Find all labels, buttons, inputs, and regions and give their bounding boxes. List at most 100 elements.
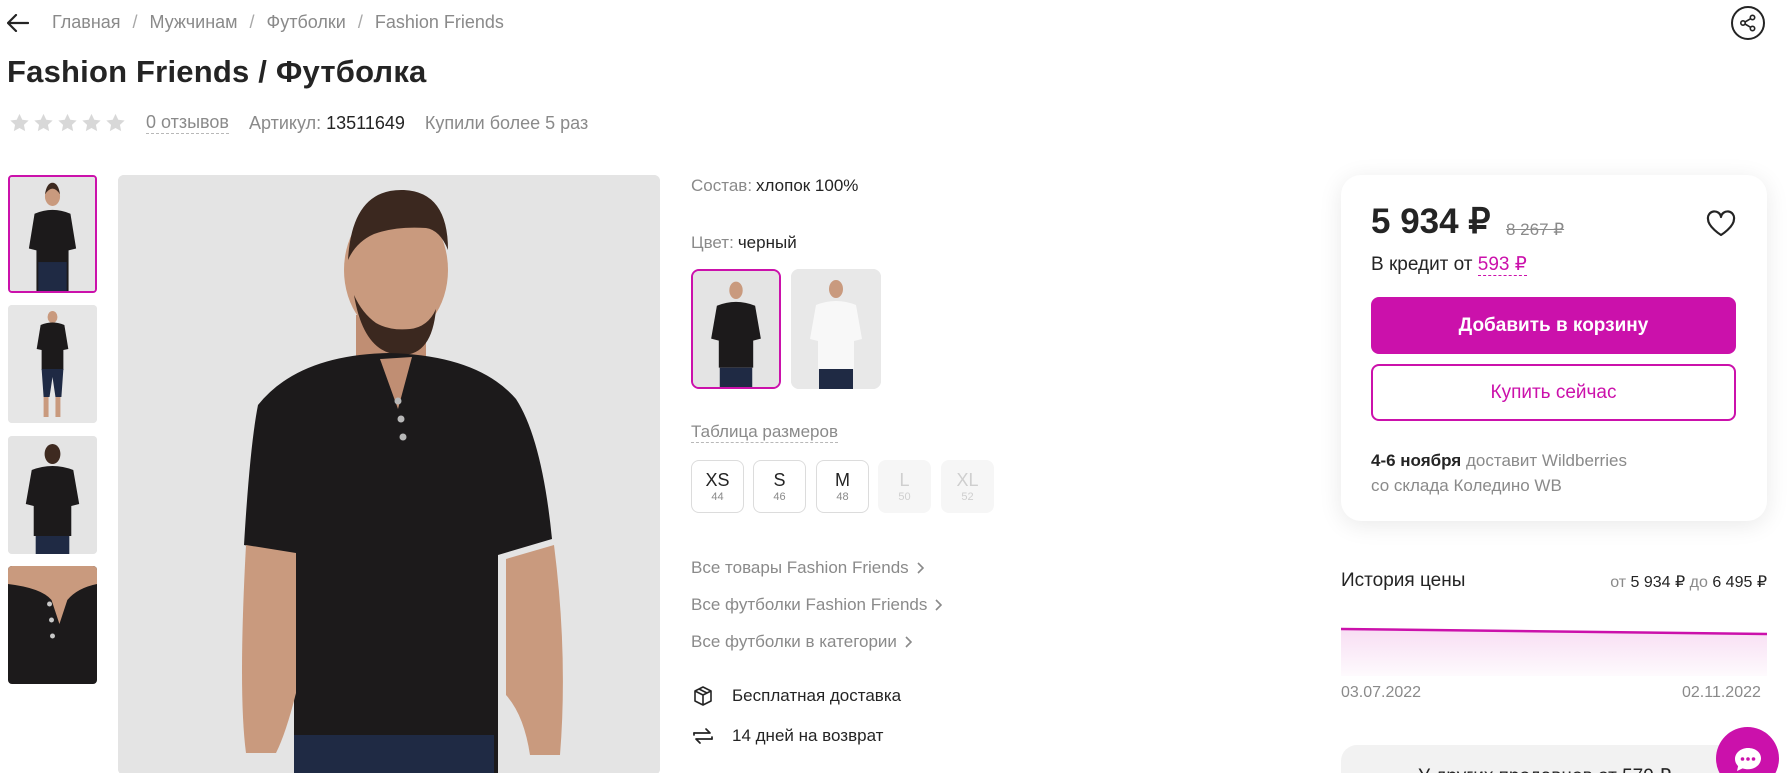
color-value: черный [737, 233, 797, 252]
color-option-white[interactable] [791, 269, 881, 389]
thumbnail-detail[interactable] [8, 566, 97, 684]
breadcrumb-home[interactable]: Главная [52, 12, 121, 33]
size-ru: 52 [961, 490, 974, 503]
breadcrumb-separator: / [357, 12, 363, 32]
star-icon [34, 113, 53, 132]
rating-stars [9, 113, 126, 133]
size-label: M [835, 469, 850, 490]
product-photo-image [118, 175, 660, 773]
range-from-value: 5 934 ₽ [1630, 574, 1686, 591]
photo-back-thumb [8, 436, 97, 554]
arrow-left-icon [7, 14, 29, 32]
feature-free-delivery: Бесплатная доставка [691, 684, 901, 708]
product-title: Fashion Friends / Футболка [7, 54, 427, 89]
sku-value: 13511649 [326, 112, 405, 133]
size-m-button[interactable]: M 48 [816, 460, 869, 513]
size-ru: 50 [898, 490, 911, 503]
price-history-end-date: 02.11.2022 [1682, 684, 1761, 701]
price-history-area [1341, 629, 1767, 676]
feature-label: Бесплатная доставка [732, 686, 902, 705]
link-brand-tshirts[interactable]: Все футболки Fashion Friends [691, 595, 943, 615]
heart-icon [1706, 209, 1736, 236]
thumbnail-front[interactable] [8, 175, 97, 293]
photo-front-thumb [10, 177, 95, 291]
photo-full-body-thumb [8, 305, 97, 423]
favorite-button[interactable] [1706, 208, 1736, 238]
color-white-image [791, 269, 881, 389]
breadcrumb-brand[interactable]: Fashion Friends [375, 12, 504, 33]
feature-return: 14 дней на возврат [691, 724, 883, 748]
size-ru: 44 [711, 490, 724, 503]
return-icon [691, 724, 715, 748]
reviews-link[interactable]: 0 отзывов [146, 112, 229, 134]
breadcrumb-separator: / [132, 12, 138, 32]
credit-amount[interactable]: 593 ₽ [1477, 254, 1527, 276]
other-sellers-banner[interactable]: У других продавцов от 579 ₽ [1341, 745, 1767, 773]
range-to-value: 6 495 ₽ [1712, 574, 1767, 591]
color-black-image [693, 271, 779, 387]
old-price: 8 267 ₽ [1506, 220, 1565, 239]
feature-label: 14 дней на возврат [732, 726, 884, 745]
star-icon [58, 113, 77, 132]
breadcrumb-men[interactable]: Мужчинам [150, 12, 238, 33]
current-price: 5 934 ₽ [1371, 202, 1491, 241]
share-button[interactable] [1731, 6, 1765, 40]
breadcrumb: Главная / Мужчинам / Футболки / Fashion … [52, 12, 504, 33]
buy-now-button[interactable]: Купить сейчас [1371, 364, 1736, 421]
breadcrumb-tshirts[interactable]: Футболки [267, 12, 346, 33]
main-product-photo[interactable] [118, 175, 660, 773]
size-table-link[interactable]: Таблица размеров [691, 422, 838, 443]
thumbnail-full-body[interactable] [8, 305, 97, 423]
size-xl-button: XL 52 [941, 460, 994, 513]
delivery-date: 4-6 ноября [1371, 451, 1462, 470]
chat-icon [1734, 747, 1761, 771]
size-s-button[interactable]: S 46 [753, 460, 806, 513]
link-category-tshirts[interactable]: Все футболки в категории [691, 632, 912, 652]
star-icon [10, 113, 29, 132]
star-icon [106, 113, 125, 132]
link-all-brand-products[interactable]: Все товары Fashion Friends [691, 558, 924, 578]
thumbnail-back[interactable] [8, 436, 97, 554]
size-xs-button[interactable]: XS 44 [691, 460, 744, 513]
chevron-right-icon [935, 599, 943, 611]
delivery-warehouse: со склада Коледино WB [1371, 476, 1562, 495]
range-from-label: от [1610, 574, 1627, 591]
photo-detail-thumb [8, 566, 97, 684]
link-label: Все товары Fashion Friends [691, 558, 909, 577]
price-history-title: История цены [1341, 570, 1466, 591]
size-l-button: L 50 [878, 460, 931, 513]
purchase-count: Купили более 5 раз [424, 112, 589, 133]
composition: Состав: хлопок 100% [691, 176, 858, 196]
sku-label: Артикул: [249, 112, 322, 133]
credit-prefix: В кредит от [1371, 254, 1473, 275]
size-label: XL [956, 469, 979, 490]
box-icon [691, 684, 715, 708]
size-label: L [899, 469, 910, 490]
chevron-right-icon [905, 636, 912, 648]
price-history-chart[interactable] [1341, 620, 1767, 676]
price-history-range: от 5 934 ₽ до 6 495 ₽ [1590, 572, 1767, 592]
color-label: Цвет: [691, 233, 734, 252]
credit-info: В кредит от 593 ₽ [1371, 253, 1527, 276]
color-info: Цвет: черный [691, 233, 797, 253]
share-icon [1739, 14, 1756, 32]
color-option-black[interactable] [691, 269, 781, 389]
delivery-info: 4-6 ноября доставит Wildberries со склад… [1371, 448, 1627, 498]
link-label: Все футболки в категории [691, 632, 897, 651]
size-label: XS [705, 469, 730, 490]
size-ru: 48 [836, 490, 849, 503]
price-history-start-date: 03.07.2022 [1341, 684, 1422, 701]
chat-button[interactable] [1716, 727, 1779, 773]
chevron-right-icon [917, 562, 924, 574]
range-to-label: до [1689, 574, 1708, 591]
composition-value: хлопок 100% [756, 176, 859, 195]
star-icon [82, 113, 101, 132]
product-meta: 0 отзывов Артикул: 13511649 Купили более… [9, 112, 588, 134]
add-to-cart-button[interactable]: Добавить в корзину [1371, 297, 1736, 354]
breadcrumb-separator: / [249, 12, 255, 32]
link-label: Все футболки Fashion Friends [691, 595, 928, 614]
size-ru: 46 [773, 490, 786, 503]
size-label: S [773, 469, 786, 490]
delivery-by: доставит Wildberries [1465, 451, 1627, 470]
back-button[interactable] [4, 8, 32, 38]
